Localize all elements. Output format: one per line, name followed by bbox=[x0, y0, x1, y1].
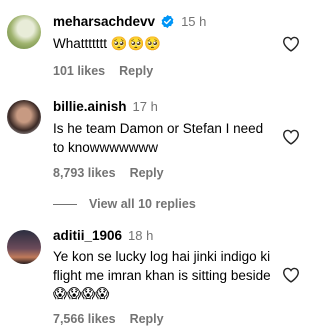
reply-button[interactable]: Reply bbox=[119, 64, 153, 78]
verified-badge-icon bbox=[161, 14, 174, 29]
heart-outline-icon[interactable] bbox=[282, 36, 300, 52]
comment-text: Ye kon se lucky log hai jinki indigo ki … bbox=[53, 249, 271, 301]
comment: meharsachdevv 15 h Whattttttt 🥺🥺🥺 101 li… bbox=[0, 0, 316, 88]
comment-time: 15 h bbox=[181, 14, 207, 29]
avatar[interactable] bbox=[7, 100, 41, 134]
comment-time: 17 h bbox=[132, 99, 158, 114]
comment-likes[interactable]: 101 likes bbox=[53, 64, 105, 78]
comments-list: meharsachdevv 15 h Whattttttt 🥺🥺🥺 101 li… bbox=[0, 0, 316, 333]
comment-username[interactable]: billie.ainish bbox=[53, 99, 127, 114]
comment: aditii_1906 18 h Ye kon se lucky log hai… bbox=[0, 218, 316, 333]
comment-likes[interactable]: 8,793 likes bbox=[53, 166, 116, 180]
view-all-replies-button[interactable]: View all 10 replies bbox=[53, 197, 196, 211]
heart-outline-icon[interactable] bbox=[282, 129, 300, 145]
comment-time: 18 h bbox=[128, 228, 154, 243]
comment-username[interactable]: meharsachdevv bbox=[53, 14, 155, 29]
comment-username[interactable]: aditii_1906 bbox=[53, 228, 122, 243]
comment: billie.ainish 17 h Is he team Damon or S… bbox=[0, 88, 316, 183]
comment-text: Is he team Damon or Stefan I need to kno… bbox=[53, 121, 264, 155]
comment-text: Whattttttt 🥺🥺🥺 bbox=[53, 36, 162, 51]
comment-likes[interactable]: 7,566 likes bbox=[53, 312, 116, 326]
avatar[interactable] bbox=[7, 15, 41, 49]
reply-button[interactable]: Reply bbox=[130, 312, 164, 326]
reply-button[interactable]: Reply bbox=[130, 166, 164, 180]
avatar[interactable] bbox=[7, 230, 41, 264]
view-all-replies-label: View all 10 replies bbox=[89, 197, 196, 211]
reply-thread-divider bbox=[53, 203, 77, 205]
heart-outline-icon[interactable] bbox=[282, 267, 300, 283]
